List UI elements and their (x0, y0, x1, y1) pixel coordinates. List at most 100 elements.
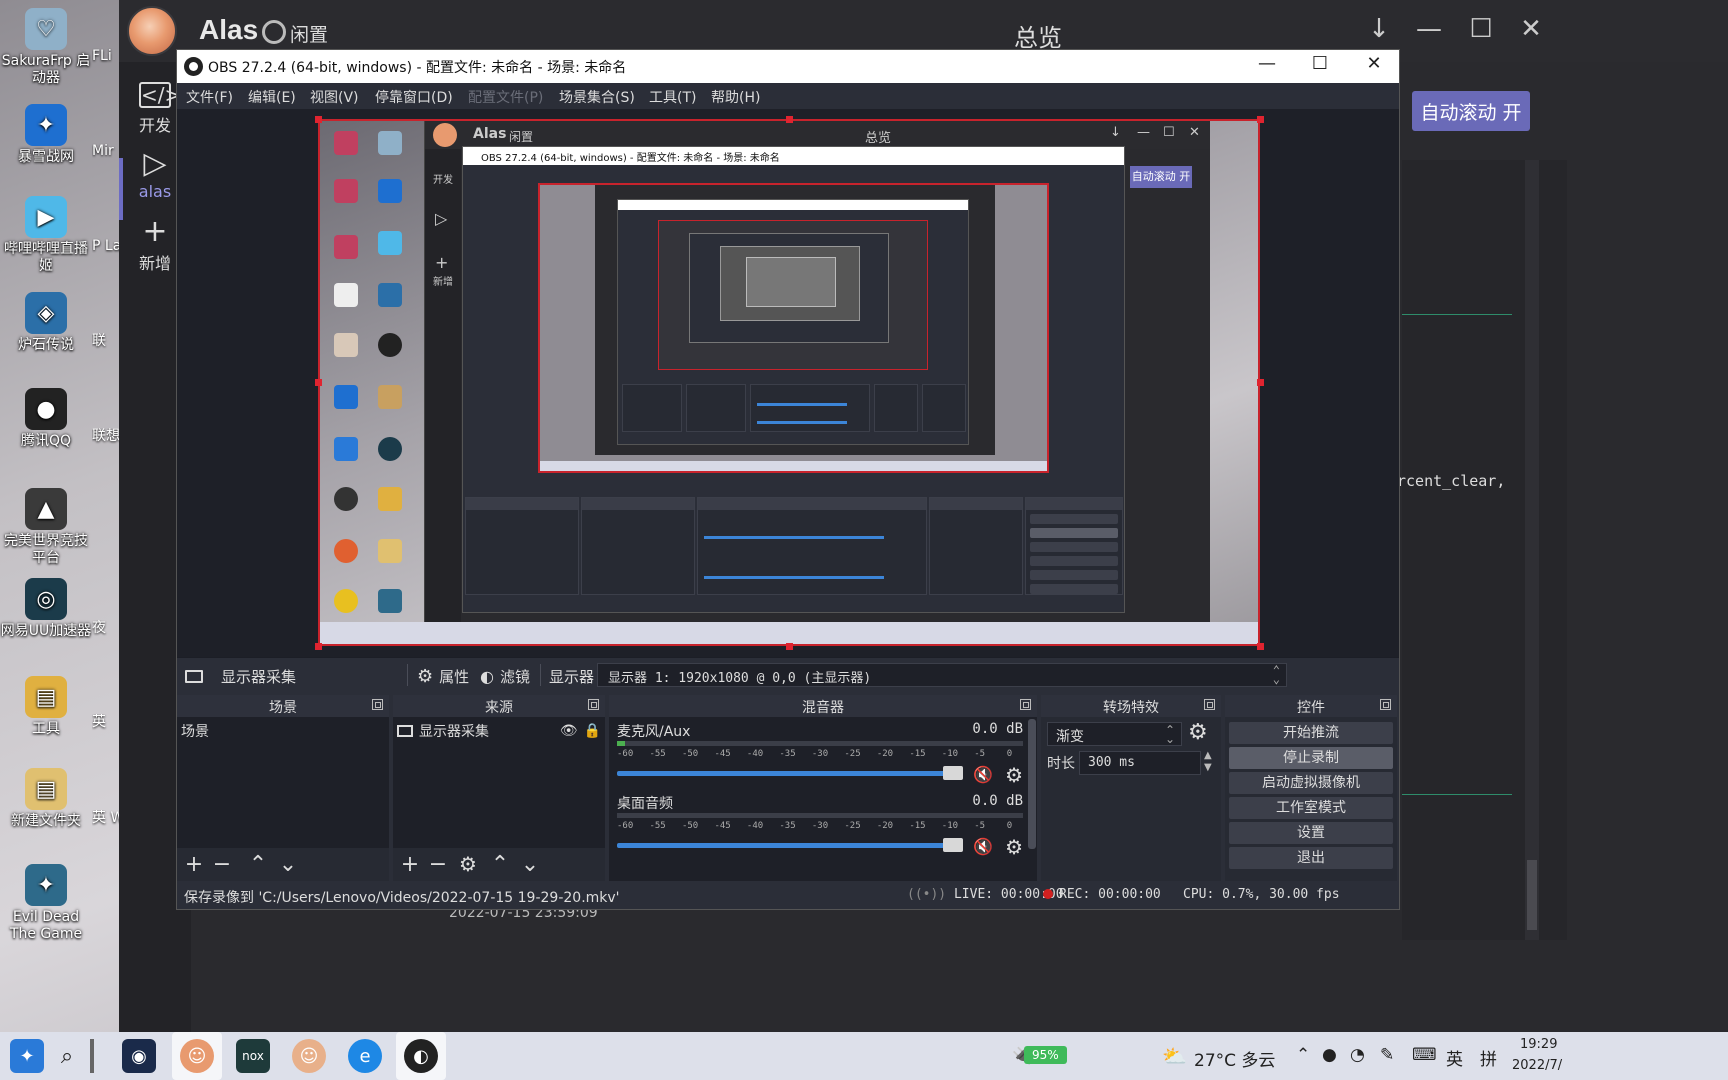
preview-canvas[interactable]: Alas 闲置 总览 ↓ — ☐ ✕ 开发 ▷ + 新增 自动滚动 开 OBS … (318, 119, 1260, 646)
clock-time[interactable]: 19:29 (1520, 1037, 1557, 1052)
speaker-muted-icon[interactable]: 🔇 (973, 837, 993, 856)
exit-button[interactable]: 退出 (1229, 847, 1393, 869)
menu-item[interactable]: 配置文件(P) (468, 87, 543, 107)
mixer-scrollbar[interactable] (1027, 717, 1037, 882)
volume-slider[interactable] (617, 766, 963, 780)
log-scrollbar[interactable] (1525, 160, 1539, 940)
add-scene-button[interactable]: + (181, 852, 207, 877)
gear-icon[interactable]: ⚙ (1005, 835, 1023, 859)
resize-handle[interactable] (1257, 116, 1264, 123)
gear-icon[interactable]: ⚙ (1188, 720, 1208, 745)
preview-level2-dock (750, 384, 870, 432)
studio-mode-button[interactable]: 工作室模式 (1229, 797, 1393, 819)
search-icon[interactable]: ⌕ (50, 1039, 84, 1073)
desktop-icon[interactable]: ♡ SakuraFrp 启动器 (0, 8, 92, 87)
move-down-button[interactable]: ⌄ (517, 852, 543, 877)
eye-icon[interactable]: 👁 (560, 723, 578, 739)
scale-tick-label: -5 (974, 749, 986, 759)
nox-app-icon[interactable]: nox (236, 1039, 270, 1073)
obs-minimize-button[interactable]: — (1252, 53, 1282, 74)
menu-item[interactable]: 文件(F) (186, 87, 233, 107)
close-button[interactable]: ✕ (1513, 14, 1549, 44)
ime-mode[interactable]: 拼 (1480, 1045, 1497, 1070)
scene-item[interactable]: 场景 (181, 721, 209, 741)
stop-recording-button[interactable]: 停止录制 (1229, 747, 1393, 769)
obs-close-button[interactable]: ✕ (1359, 53, 1389, 74)
properties-button[interactable]: ⚙ 属性 (417, 666, 469, 687)
keyboard-icon[interactable]: ⌨ (1412, 1045, 1437, 1065)
filters-button[interactable]: ◐ 滤镜 (480, 666, 530, 687)
pinned-app-icon[interactable]: ✦ (10, 1039, 44, 1073)
move-up-button[interactable]: ⌃ (487, 852, 513, 877)
duration-stepper-icon[interactable]: ▲ ▼ (1204, 750, 1212, 774)
move-up-button[interactable]: ⌃ (245, 852, 271, 877)
alas-app-icon[interactable]: ☺ (180, 1039, 214, 1073)
menu-item[interactable]: 视图(V) (310, 87, 359, 107)
volume-slider[interactable] (617, 838, 963, 852)
wifi-icon[interactable]: ◔ (1350, 1045, 1365, 1065)
preview-ctrl-btn (1030, 514, 1118, 524)
remove-scene-button[interactable]: − (209, 852, 235, 877)
desktop-icon[interactable]: ▲ 完美世界竞技平台 (0, 488, 92, 567)
resize-handle[interactable] (315, 643, 322, 650)
minimize-button[interactable]: — (1411, 14, 1447, 44)
log-scrollbar-thumb[interactable] (1527, 860, 1537, 930)
dock-float-icon[interactable] (588, 699, 599, 710)
add-source-button[interactable]: + (397, 852, 423, 877)
dock-float-icon[interactable] (1380, 699, 1391, 710)
taskbar-divider (90, 1039, 94, 1073)
desktop-icon[interactable]: ◈ 炉石传说 (0, 292, 92, 354)
desktop-icon[interactable]: ✦ Evil Dead The Game (0, 864, 92, 943)
move-down-button[interactable]: ⌄ (275, 852, 301, 877)
auto-scroll-button[interactable]: 自动滚动 开 (1412, 91, 1530, 131)
resize-handle[interactable] (1257, 379, 1264, 386)
volume-slider-knob[interactable] (943, 838, 963, 852)
resize-handle[interactable] (315, 379, 322, 386)
menu-item[interactable]: 帮助(H) (711, 87, 760, 107)
download-icon[interactable]: ↓ (1361, 14, 1397, 44)
obs-maximize-button[interactable]: ☐ (1305, 53, 1335, 74)
resize-handle[interactable] (786, 116, 793, 123)
menu-item[interactable]: 场景集合(S) (559, 87, 635, 107)
menu-item[interactable]: 工具(T) (649, 87, 696, 107)
desktop-icon[interactable]: ◎ 网易UU加速器 (0, 578, 92, 640)
desktop-icon[interactable]: ✦ 暴雪战网 (0, 104, 92, 166)
dock-float-icon[interactable] (372, 699, 383, 710)
menu-item[interactable]: 停靠窗口(D) (375, 87, 453, 107)
desktop-icon[interactable]: ▤ 工具 (0, 676, 92, 738)
maximize-button[interactable]: ☐ (1463, 14, 1499, 44)
speaker-muted-icon[interactable]: 🔇 (973, 765, 993, 784)
desktop-icon[interactable]: ▤ 新建文件夹 (0, 768, 92, 830)
remove-source-button[interactable]: − (425, 852, 451, 877)
resize-handle[interactable] (315, 116, 322, 123)
character-app-icon[interactable]: ☺ (292, 1039, 326, 1073)
resize-handle[interactable] (786, 643, 793, 650)
source-item[interactable]: 显示器采集 👁 🔒 (397, 720, 601, 742)
weather-text[interactable]: 27°C 多云 (1194, 1046, 1275, 1071)
browser-icon[interactable]: e (348, 1039, 382, 1073)
pen-icon[interactable]: ✎ (1380, 1045, 1394, 1065)
source-settings-button[interactable]: ⚙ (455, 852, 481, 876)
menu-item[interactable]: 编辑(E) (248, 87, 296, 107)
settings-button[interactable]: 设置 (1229, 822, 1393, 844)
ime-language[interactable]: 英 (1446, 1045, 1463, 1070)
qq-tray-icon[interactable]: ● (1322, 1045, 1337, 1065)
obs-app-icon[interactable]: ◐ (404, 1039, 438, 1073)
dock-float-icon[interactable] (1020, 699, 1031, 710)
lock-icon[interactable]: 🔒 (584, 723, 601, 739)
chevron-up-icon[interactable]: ⌃ (1296, 1045, 1310, 1065)
start-virtual-camera-button[interactable]: 启动虚拟摄像机 (1229, 772, 1393, 794)
duration-input[interactable]: 300 ms (1079, 751, 1201, 775)
desktop-icon[interactable]: ● 腾讯QQ (0, 388, 92, 450)
dock-float-icon[interactable] (1204, 699, 1215, 710)
steam-icon[interactable]: ◉ (122, 1039, 156, 1073)
transition-select[interactable]: 渐变 ⌃ ⌄ (1047, 722, 1182, 746)
monitor-select[interactable]: 显示器 1: 1920x1080 @ 0,0 (主显示器) ⌃ ⌄ (597, 663, 1287, 687)
mixer-scrollbar-thumb[interactable] (1028, 719, 1036, 849)
resize-handle[interactable] (1257, 643, 1264, 650)
gear-icon[interactable]: ⚙ (1005, 763, 1023, 787)
clock-date[interactable]: 2022/7/ (1512, 1058, 1562, 1073)
start-streaming-button[interactable]: 开始推流 (1229, 722, 1393, 744)
desktop-icon[interactable]: ▶ 哔哩哔哩直播姬 (0, 196, 92, 275)
volume-slider-knob[interactable] (943, 766, 963, 780)
